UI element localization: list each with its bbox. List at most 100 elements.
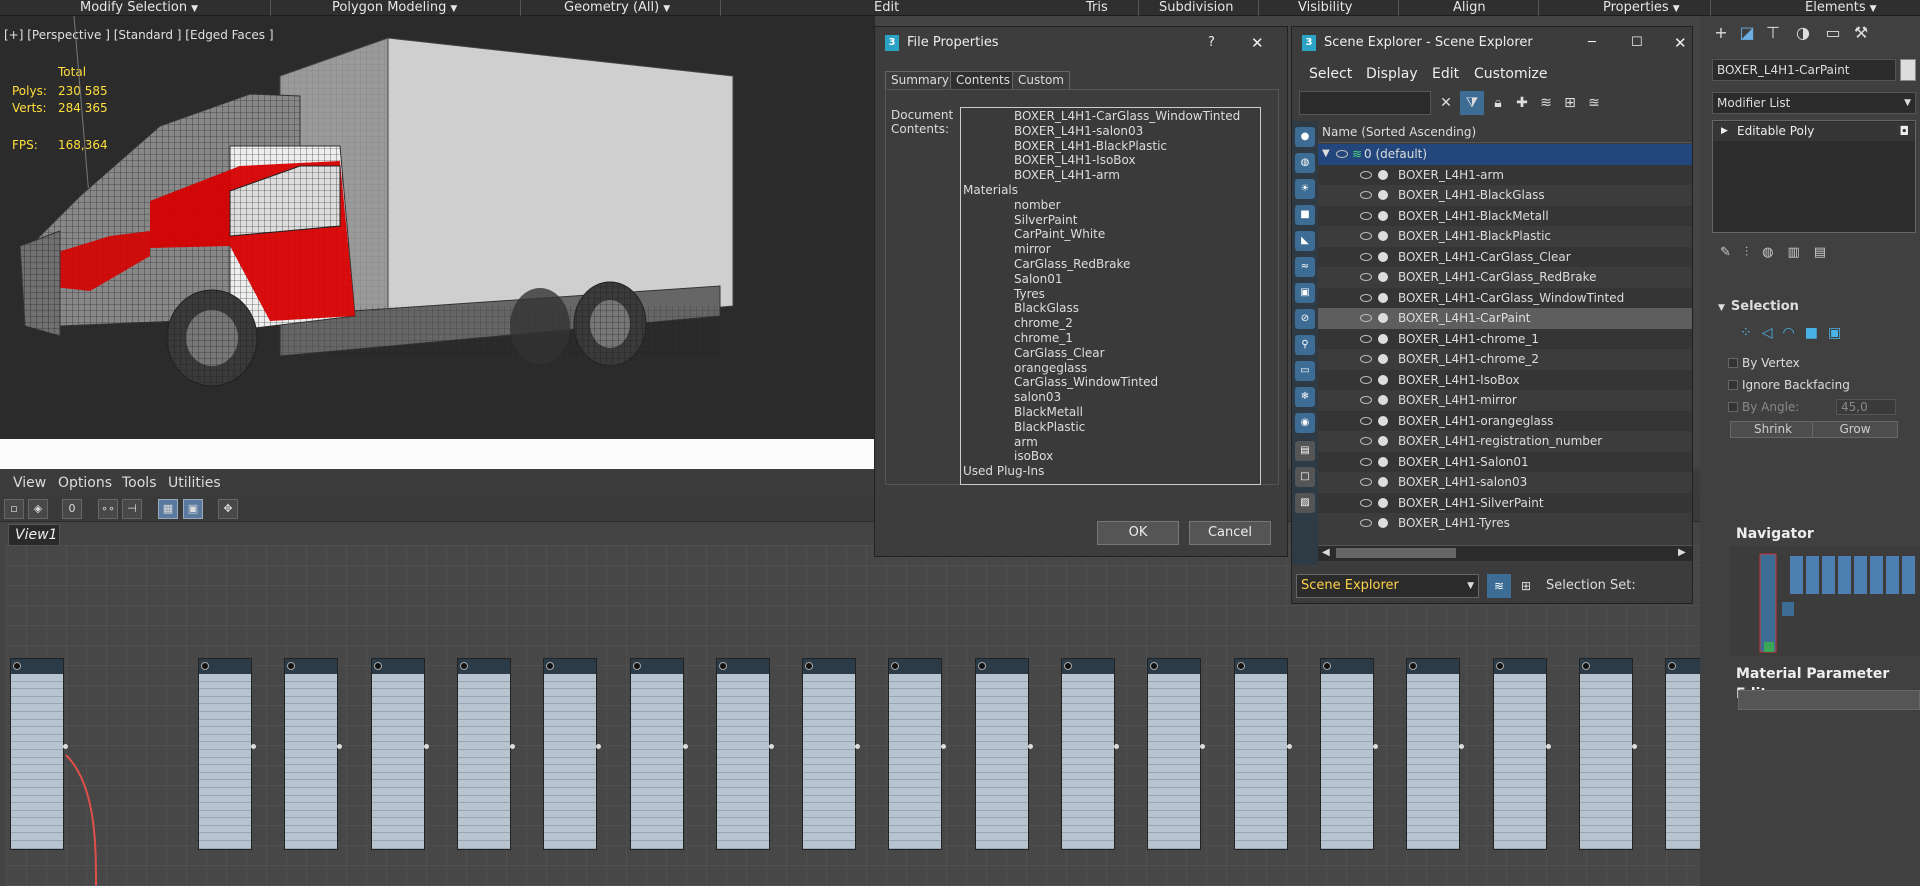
material-node-slot[interactable]: [11, 674, 63, 682]
material-node-slot[interactable]: [285, 720, 338, 728]
by-vertex-checkbox[interactable]: By Vertex: [1728, 355, 1800, 371]
material-node-slot[interactable]: [1407, 689, 1460, 697]
material-node-slot[interactable]: [975, 720, 1028, 728]
material-node-slot[interactable]: [1148, 735, 1201, 743]
material-node-slot[interactable]: [803, 712, 856, 720]
material-node-slot[interactable]: [630, 682, 683, 690]
material-parameter-field[interactable]: [1738, 690, 1920, 710]
ribbon-align[interactable]: Align: [1453, 0, 1486, 16]
material-node-slot[interactable]: [285, 833, 338, 842]
filter-icon[interactable]: ⧩: [1460, 91, 1484, 115]
motion-tab-icon[interactable]: ◑: [1792, 22, 1814, 44]
scene-object-row[interactable]: BOXER_L4H1-mirror: [1318, 390, 1692, 411]
material-node-slot[interactable]: [285, 735, 338, 743]
material-node[interactable]: [370, 658, 429, 850]
material-node-slot[interactable]: [11, 697, 63, 705]
material-node-slot[interactable]: [371, 727, 424, 735]
material-node-slot[interactable]: [1062, 704, 1114, 712]
material-node-slot[interactable]: [975, 780, 1028, 788]
eye-icon[interactable]: [1360, 191, 1372, 199]
material-node-slot[interactable]: [1062, 674, 1114, 682]
material-node-slot[interactable]: [975, 833, 1028, 842]
material-node-slot[interactable]: [975, 735, 1028, 743]
filter-invert-icon[interactable]: ▨: [1295, 493, 1315, 513]
material-node-slot[interactable]: [1148, 697, 1201, 705]
material-node-slot[interactable]: [457, 773, 510, 781]
eye-icon[interactable]: [1360, 437, 1372, 445]
material-node-slot[interactable]: [1320, 811, 1373, 819]
material-node-slot[interactable]: [630, 712, 683, 720]
material-node-slot[interactable]: [630, 735, 683, 743]
material-node-slot[interactable]: [1407, 773, 1460, 781]
material-node-slot[interactable]: [11, 742, 63, 750]
material-node-slot[interactable]: [630, 780, 683, 788]
material-node-slot[interactable]: [199, 780, 251, 788]
material-node-slot[interactable]: [1320, 780, 1373, 788]
material-node-slot[interactable]: [975, 796, 1028, 804]
material-node-slot[interactable]: [630, 765, 683, 773]
material-node-slot[interactable]: [371, 697, 424, 705]
material-node-slot[interactable]: [11, 826, 63, 834]
maximize-icon[interactable]: ☐: [1631, 27, 1643, 59]
material-node-slot[interactable]: [1407, 735, 1460, 743]
material-node-slot[interactable]: [1148, 788, 1201, 796]
material-node-header[interactable]: [1234, 659, 1287, 674]
material-node-slot[interactable]: [1320, 803, 1373, 811]
material-node-slot[interactable]: [544, 788, 597, 796]
se-menu-customize[interactable]: Customize: [1474, 66, 1548, 82]
node-output-port[interactable]: [1114, 744, 1119, 749]
material-node-slot[interactable]: [975, 682, 1028, 690]
material-node-slot[interactable]: [1579, 720, 1632, 728]
material-node-slot[interactable]: [1407, 826, 1460, 834]
material-node-slot[interactable]: [716, 796, 769, 804]
material-node-slot[interactable]: [457, 720, 510, 728]
material-node-slot[interactable]: [544, 818, 597, 826]
material-node-header[interactable]: [716, 659, 769, 674]
material-node-slot[interactable]: [457, 796, 510, 804]
material-node-slot[interactable]: [1062, 773, 1114, 781]
material-node-slot[interactable]: [889, 735, 942, 743]
slate-menu-utilities[interactable]: Utilities: [168, 475, 221, 491]
material-node-header[interactable]: [199, 659, 251, 674]
material-node-slot[interactable]: [1493, 697, 1546, 705]
material-node-slot[interactable]: [1579, 765, 1632, 773]
hierarchy-mode-icon[interactable]: ⊞: [1514, 574, 1538, 598]
ribbon-elements[interactable]: Elements ▼: [1805, 0, 1877, 16]
se-menu-display[interactable]: Display: [1366, 66, 1418, 82]
material-node-slot[interactable]: [1493, 841, 1546, 849]
material-node-slot[interactable]: [1493, 818, 1546, 826]
material-node-slot[interactable]: [1579, 727, 1632, 735]
material-node-slot[interactable]: [1493, 773, 1546, 781]
material-node-slot[interactable]: [1062, 712, 1114, 720]
scene-object-row[interactable]: BOXER_L4H1-BlackPlastic: [1318, 226, 1692, 247]
material-node-slot[interactable]: [457, 803, 510, 811]
link-icon[interactable]: ∘∘: [98, 499, 118, 519]
material-node-slot[interactable]: [1320, 841, 1373, 849]
material-node-slot[interactable]: [975, 826, 1028, 834]
material-node-header[interactable]: [1407, 659, 1460, 674]
material-node-slot[interactable]: [1407, 788, 1460, 796]
eye-icon[interactable]: [1360, 478, 1372, 486]
material-node-header[interactable]: [1493, 659, 1546, 674]
material-node-slot[interactable]: [1234, 796, 1287, 804]
scene-object-row[interactable]: BOXER_L4H1-chrome_1: [1318, 328, 1692, 349]
material-node-slot[interactable]: [1320, 742, 1373, 750]
ribbon-edit[interactable]: Edit: [874, 0, 899, 16]
material-node-slot[interactable]: [11, 841, 63, 849]
material-node-slot[interactable]: [1062, 803, 1114, 811]
material-node-slot[interactable]: [1234, 811, 1287, 819]
material-node[interactable]: [1406, 658, 1465, 850]
material-node-slot[interactable]: [630, 796, 683, 804]
material-node-slot[interactable]: [1148, 727, 1201, 735]
clear-search-icon[interactable]: ✕: [1434, 91, 1458, 115]
material-node-slot[interactable]: [457, 674, 510, 682]
material-node-slot[interactable]: [716, 720, 769, 728]
material-node-slot[interactable]: [630, 773, 683, 781]
material-node-slot[interactable]: [1320, 727, 1373, 735]
material-node-slot[interactable]: [1320, 826, 1373, 834]
dialog-title-bar[interactable]: 3 File Properties ? ✕: [875, 27, 1287, 59]
material-node-slot[interactable]: [1234, 735, 1287, 743]
material-node-slot[interactable]: [371, 689, 424, 697]
material-node-slot[interactable]: [1148, 704, 1201, 712]
material-node[interactable]: [543, 658, 602, 850]
